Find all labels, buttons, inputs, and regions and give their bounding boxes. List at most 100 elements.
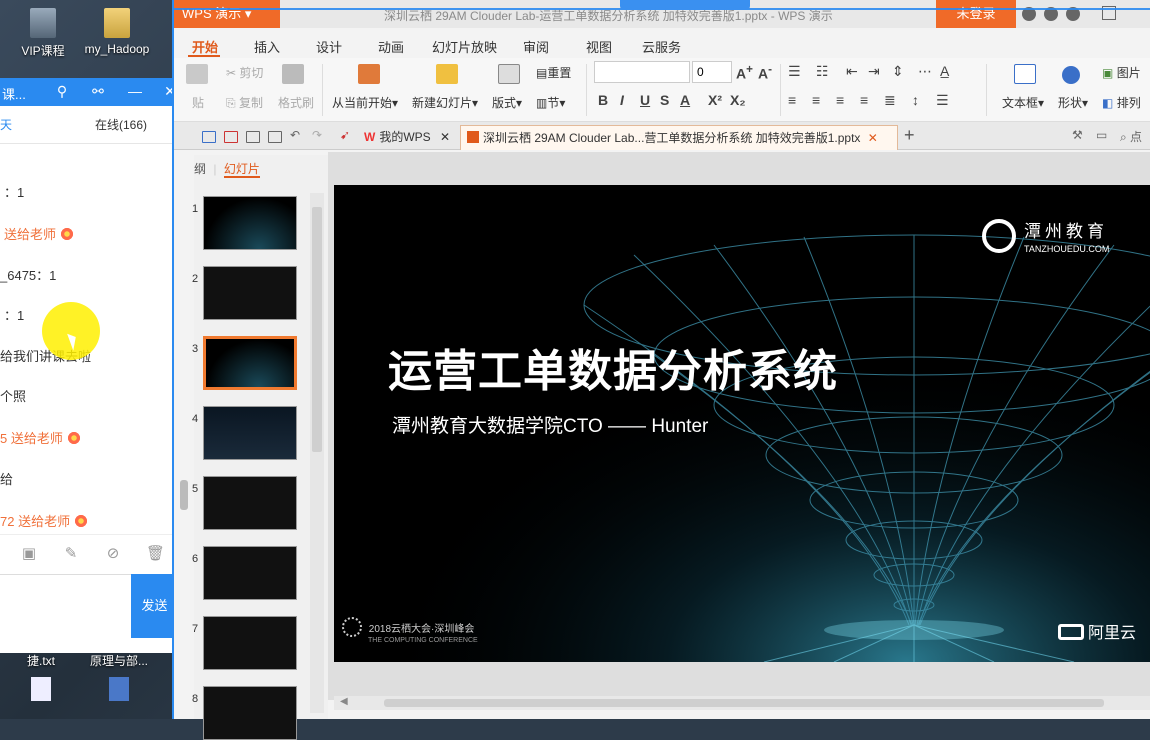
indent-decrease-icon[interactable]: ⇤ bbox=[846, 63, 858, 80]
text-direction-icon[interactable]: ⇕ bbox=[892, 63, 904, 80]
trash-icon[interactable]: 🗑 bbox=[146, 545, 165, 563]
menu-insert[interactable]: 插入 bbox=[254, 37, 280, 56]
pin-tab-icon[interactable]: ➹ bbox=[340, 128, 350, 142]
align-center-icon[interactable]: ≡ bbox=[812, 92, 820, 108]
menu-cloud[interactable]: 云服务 bbox=[642, 37, 681, 56]
slide-thumbnail[interactable] bbox=[203, 196, 297, 250]
pane-scrollbar-thumb[interactable] bbox=[312, 207, 322, 452]
bullet-list-icon[interactable]: ☰ bbox=[788, 63, 801, 80]
slide-thumbnail[interactable] bbox=[203, 616, 297, 670]
paste-icon[interactable] bbox=[186, 64, 208, 84]
tab-my-wps[interactable]: W 我的WPS ✕ bbox=[358, 125, 458, 150]
char-spacing-icon[interactable]: A̲ bbox=[940, 63, 949, 79]
desktop-icon-vip[interactable]: VIP课程 bbox=[8, 8, 78, 59]
arrange-button[interactable]: ◧ 排列 bbox=[1102, 94, 1141, 111]
reset-button[interactable]: ▤重置 bbox=[536, 64, 571, 81]
send-button[interactable]: 发送 bbox=[131, 574, 178, 638]
slideshow-icon[interactable] bbox=[358, 64, 380, 84]
undo-icon[interactable]: ↶ bbox=[290, 128, 300, 142]
slide-thumbnail[interactable] bbox=[203, 686, 297, 740]
pin-icon[interactable]: ⚲ bbox=[54, 83, 70, 99]
italic-icon[interactable]: I bbox=[620, 92, 624, 108]
font-family-select[interactable] bbox=[594, 61, 690, 83]
scrollbar-thumb[interactable] bbox=[384, 699, 1104, 707]
format-painter-label[interactable]: 格式刷 bbox=[278, 94, 314, 111]
justify-icon[interactable]: ≡ bbox=[860, 92, 868, 108]
desktop-file-doc[interactable]: 原理与部... bbox=[84, 652, 154, 705]
panel-icon[interactable]: ▭ bbox=[1096, 128, 1107, 142]
save-icon[interactable] bbox=[202, 131, 216, 143]
outline-tab[interactable]: 纲 bbox=[194, 162, 206, 176]
underline-icon[interactable]: U bbox=[640, 92, 650, 108]
menu-review[interactable]: 审阅 bbox=[523, 37, 549, 56]
align-right-icon[interactable]: ≡ bbox=[836, 92, 844, 108]
menu-animation[interactable]: 动画 bbox=[378, 37, 404, 56]
from-current-button[interactable]: 从当前开始▾ bbox=[332, 94, 398, 111]
line-spacing-icon[interactable]: ↕ bbox=[912, 92, 919, 108]
scroll-left-icon[interactable]: ◀ bbox=[340, 696, 348, 707]
textbox-button[interactable]: 文本框▾ bbox=[1002, 94, 1044, 111]
chat-scrollbar-thumb[interactable] bbox=[180, 480, 188, 510]
layout-button[interactable]: 版式▾ bbox=[492, 94, 522, 111]
tab-chat[interactable]: 天 bbox=[0, 106, 12, 144]
slide-thumbnail[interactable] bbox=[203, 546, 297, 600]
numbered-list-icon[interactable]: ☷ bbox=[816, 63, 829, 80]
menu-view[interactable]: 视图 bbox=[586, 37, 612, 56]
slide-thumbnail[interactable] bbox=[203, 476, 297, 530]
tab-online[interactable]: 在线(166) bbox=[95, 106, 147, 144]
close-tab-icon[interactable]: ✕ bbox=[868, 131, 878, 145]
font-color-icon[interactable]: A bbox=[680, 92, 690, 108]
tab-document[interactable]: 深圳云栖 29AM Clouder Lab...营工单数据分析系统 加特效完善版… bbox=[460, 125, 898, 150]
font-grow-icon[interactable]: A+ bbox=[736, 63, 753, 82]
distribute-icon[interactable]: ≣ bbox=[884, 92, 896, 109]
block-icon[interactable]: ⊘ bbox=[104, 545, 122, 563]
menu-home[interactable]: 开始 bbox=[192, 37, 218, 56]
shapes-button[interactable]: 形状▾ bbox=[1058, 94, 1088, 111]
menu-design[interactable]: 设计 bbox=[316, 37, 342, 56]
paste-label[interactable]: 贴 bbox=[192, 94, 204, 111]
font-shrink-icon[interactable]: A- bbox=[758, 63, 772, 82]
current-slide[interactable]: 潭州教育 TANZHOUEDU.COM 运营工单数据分析系统 潭州教育大数据学院… bbox=[334, 185, 1150, 662]
minimize-icon[interactable]: — bbox=[127, 83, 143, 99]
login-button[interactable]: 未登录 bbox=[936, 0, 1016, 28]
new-slide-icon[interactable] bbox=[436, 64, 458, 84]
chat-input[interactable] bbox=[0, 574, 131, 638]
subscript-icon[interactable]: X₂ bbox=[730, 92, 746, 108]
picture-button[interactable]: ▣ 图片 bbox=[1102, 64, 1141, 81]
print-icon[interactable] bbox=[246, 131, 260, 143]
image-icon[interactable]: ▣ bbox=[20, 545, 38, 563]
preview-icon[interactable] bbox=[268, 131, 282, 143]
font-size-select[interactable]: 0 bbox=[692, 61, 732, 83]
share-icon[interactable]: ⚯ bbox=[90, 83, 106, 99]
desktop-file-txt[interactable]: 捷.txt bbox=[6, 652, 76, 705]
layout-icon[interactable] bbox=[498, 64, 520, 84]
shadow-icon[interactable]: S bbox=[660, 92, 669, 108]
shapes-icon[interactable] bbox=[1062, 66, 1080, 84]
desktop-icon-hadoop[interactable]: my_Hadoop bbox=[82, 8, 152, 56]
superscript-icon[interactable]: X² bbox=[708, 92, 722, 108]
menu-slideshow[interactable]: 幻灯片放映 bbox=[432, 37, 497, 56]
indent-increase-icon[interactable]: ⇥ bbox=[868, 63, 880, 80]
columns-icon[interactable]: ☰ bbox=[936, 92, 949, 109]
bold-icon[interactable]: B bbox=[598, 92, 608, 108]
slide-thumbnail[interactable] bbox=[203, 406, 297, 460]
edit-icon[interactable]: ✎ bbox=[62, 545, 80, 563]
search-icon[interactable]: ⌕ 点 bbox=[1120, 128, 1142, 145]
tools-icon[interactable]: ⚒ bbox=[1072, 128, 1083, 142]
align-text-icon[interactable]: ⋯ bbox=[918, 63, 932, 80]
textbox-icon[interactable] bbox=[1014, 64, 1036, 84]
slide-thumbnail-selected[interactable] bbox=[203, 336, 297, 390]
align-left-icon[interactable]: ≡ bbox=[788, 92, 796, 108]
redo-icon[interactable]: ↷ bbox=[312, 128, 322, 142]
cut-button[interactable]: ✂ 剪切 bbox=[226, 64, 263, 81]
slides-tab[interactable]: 幻灯片 bbox=[223, 162, 260, 178]
close-tab-icon[interactable]: ✕ bbox=[440, 130, 450, 144]
export-pdf-icon[interactable] bbox=[224, 131, 238, 143]
new-tab-icon[interactable]: + bbox=[904, 125, 915, 146]
copy-button[interactable]: ⎘ 复制 bbox=[226, 94, 263, 111]
slide-thumbnail[interactable] bbox=[203, 266, 297, 320]
section-button[interactable]: ▥节▾ bbox=[536, 94, 565, 111]
app-menu-button[interactable]: WPS 演示 ▾ bbox=[174, 0, 280, 28]
format-painter-icon[interactable] bbox=[282, 64, 304, 84]
horizontal-scrollbar[interactable]: ◀ bbox=[334, 696, 1150, 710]
